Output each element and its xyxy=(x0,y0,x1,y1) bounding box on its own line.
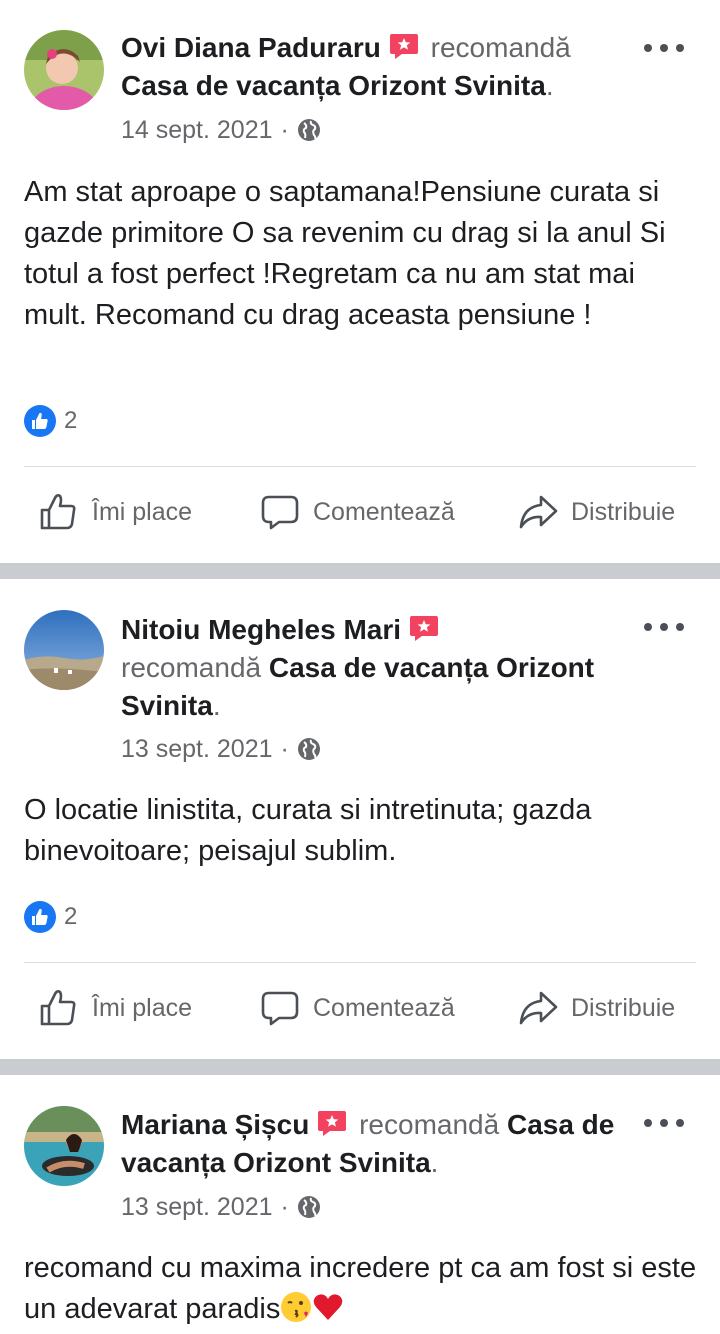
post-body: Am stat aproape o saptamana!Pensiune cur… xyxy=(24,176,666,331)
post-meta: 13 sept. 2021 · xyxy=(121,1189,321,1225)
thumbs-up-icon xyxy=(40,494,76,530)
like-label: Îmi place xyxy=(92,497,193,526)
post-date[interactable]: 14 sept. 2021 xyxy=(121,116,273,145)
post-card: Nitoiu Megheles Mari recomandă Casa de v… xyxy=(0,579,720,1059)
globe-icon xyxy=(297,1196,320,1218)
post-header: Nitoiu Megheles Mari recomandă Casa de v… xyxy=(121,614,595,721)
share-arrow-icon xyxy=(519,991,558,1025)
more-dots-icon xyxy=(644,623,652,631)
post-card: Ovi Diana Paduraru recomandă Casa de vac… xyxy=(0,0,720,563)
like-count: 2 xyxy=(64,903,78,930)
share-button[interactable]: Distribuie xyxy=(517,978,675,1038)
globe-icon xyxy=(297,119,320,141)
action-bar: Îmi place Comentează Distribuie xyxy=(0,978,720,1038)
avatar[interactable] xyxy=(24,610,104,690)
recommend-verb: recomandă xyxy=(430,32,571,63)
post-body: O locatie linistita, curata si intretinu… xyxy=(24,794,592,867)
face-blowing-kiss-emoji xyxy=(281,1292,312,1322)
comment-label: Comentează xyxy=(313,497,455,526)
like-reaction-icon xyxy=(24,901,56,933)
more-dots-icon xyxy=(644,44,652,52)
author-name[interactable]: Ovi Diana Paduraru xyxy=(121,32,381,63)
post-date[interactable]: 13 sept. 2021 xyxy=(121,1193,273,1222)
author-name[interactable]: Mariana Șișcu xyxy=(121,1109,309,1140)
more-options-button[interactable] xyxy=(644,36,684,60)
like-count: 2 xyxy=(64,407,78,434)
page-link[interactable]: Casa de vacanța Orizont Svinita xyxy=(121,70,546,101)
comment-button[interactable]: Comentează xyxy=(259,482,455,542)
recommend-verb: recomandă xyxy=(359,1109,500,1140)
recommend-badge-icon xyxy=(389,32,419,60)
like-button[interactable]: Îmi place xyxy=(38,978,192,1038)
red-heart-emoji xyxy=(314,1294,343,1320)
post-header: Mariana Șișcu recomandă Casa de vacanța … xyxy=(121,1109,615,1178)
like-button[interactable]: Îmi place xyxy=(38,482,192,542)
avatar[interactable] xyxy=(24,30,104,110)
share-arrow-icon xyxy=(519,495,558,529)
avatar[interactable] xyxy=(24,1106,104,1186)
post-meta: 13 sept. 2021 · xyxy=(121,731,321,767)
globe-icon xyxy=(297,738,320,760)
post-date[interactable]: 13 sept. 2021 xyxy=(121,735,273,764)
comment-label: Comentează xyxy=(313,993,455,1022)
post-body-text: recomand cu maxima incredere pt ca am fo… xyxy=(24,1252,697,1325)
action-bar: Îmi place Comentează Distribuie xyxy=(0,482,720,542)
divider xyxy=(24,466,696,467)
share-button[interactable]: Distribuie xyxy=(517,482,675,542)
post-meta: 14 sept. 2021 · xyxy=(121,112,321,148)
more-dots-icon xyxy=(644,1119,652,1127)
thumbs-up-icon xyxy=(40,990,76,1026)
share-label: Distribuie xyxy=(571,993,676,1022)
more-options-button[interactable] xyxy=(644,1111,684,1135)
recommend-badge-icon xyxy=(409,614,439,642)
comment-bubble-icon xyxy=(261,495,299,530)
post-card: Mariana Șișcu recomandă Casa de vacanța … xyxy=(0,1075,720,1334)
reaction-summary[interactable]: 2 xyxy=(24,901,77,933)
share-label: Distribuie xyxy=(571,497,676,526)
author-name[interactable]: Nitoiu Megheles Mari xyxy=(121,614,401,645)
reaction-summary[interactable]: 2 xyxy=(24,405,77,437)
recommend-verb: recomandă xyxy=(121,652,262,683)
more-options-button[interactable] xyxy=(644,615,684,639)
post-body: recomand cu maxima incredere pt ca am fo… xyxy=(24,1248,700,1330)
feed-separator xyxy=(0,563,720,579)
post-header: Ovi Diana Paduraru recomandă Casa de vac… xyxy=(121,32,571,101)
comment-bubble-icon xyxy=(261,991,299,1026)
feed-separator xyxy=(0,1059,720,1075)
like-label: Îmi place xyxy=(92,993,193,1022)
comment-button[interactable]: Comentează xyxy=(259,978,455,1038)
recommend-badge-icon xyxy=(317,1109,347,1137)
like-reaction-icon xyxy=(24,405,56,437)
divider xyxy=(24,962,696,963)
